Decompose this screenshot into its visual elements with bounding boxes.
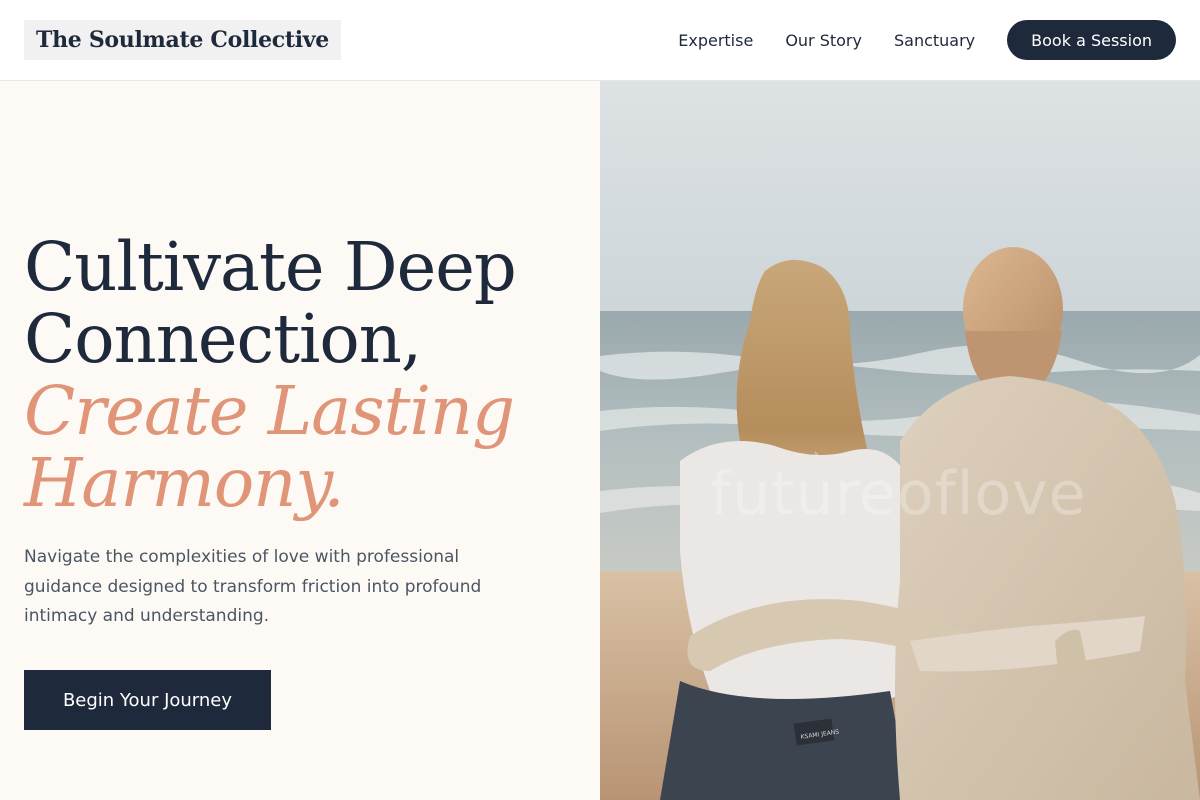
headline-accent-line-1: Create Lasting	[24, 372, 515, 450]
begin-journey-button[interactable]: Begin Your Journey	[24, 670, 271, 730]
nav-link-expertise[interactable]: Expertise	[678, 31, 753, 50]
hero-content: Cultivate Deep Connection, Create Lastin…	[0, 81, 600, 800]
watermark-text: futureoflove	[710, 459, 1087, 529]
hero-image: KSAMI JEANS futureoflove	[600, 81, 1200, 800]
headline-line-1: Cultivate Deep	[24, 228, 517, 306]
nav-link-our-story[interactable]: Our Story	[785, 31, 862, 50]
book-session-button[interactable]: Book a Session	[1007, 20, 1176, 60]
couple-beach-photo: KSAMI JEANS	[600, 81, 1200, 800]
nav-link-sanctuary[interactable]: Sanctuary	[894, 31, 975, 50]
brand-logo[interactable]: The Soulmate Collective	[24, 20, 341, 60]
hero-description: Navigate the complexities of love with p…	[24, 547, 482, 626]
headline-accent-line-2: Harmony.	[24, 444, 345, 522]
hero-headline: Cultivate Deep Connection, Create Lastin…	[24, 231, 584, 519]
site-header: The Soulmate Collective Expertise Our St…	[0, 0, 1200, 81]
main-nav: Expertise Our Story Sanctuary Book a Ses…	[678, 20, 1176, 60]
headline-line-2: Connection,	[24, 300, 422, 378]
